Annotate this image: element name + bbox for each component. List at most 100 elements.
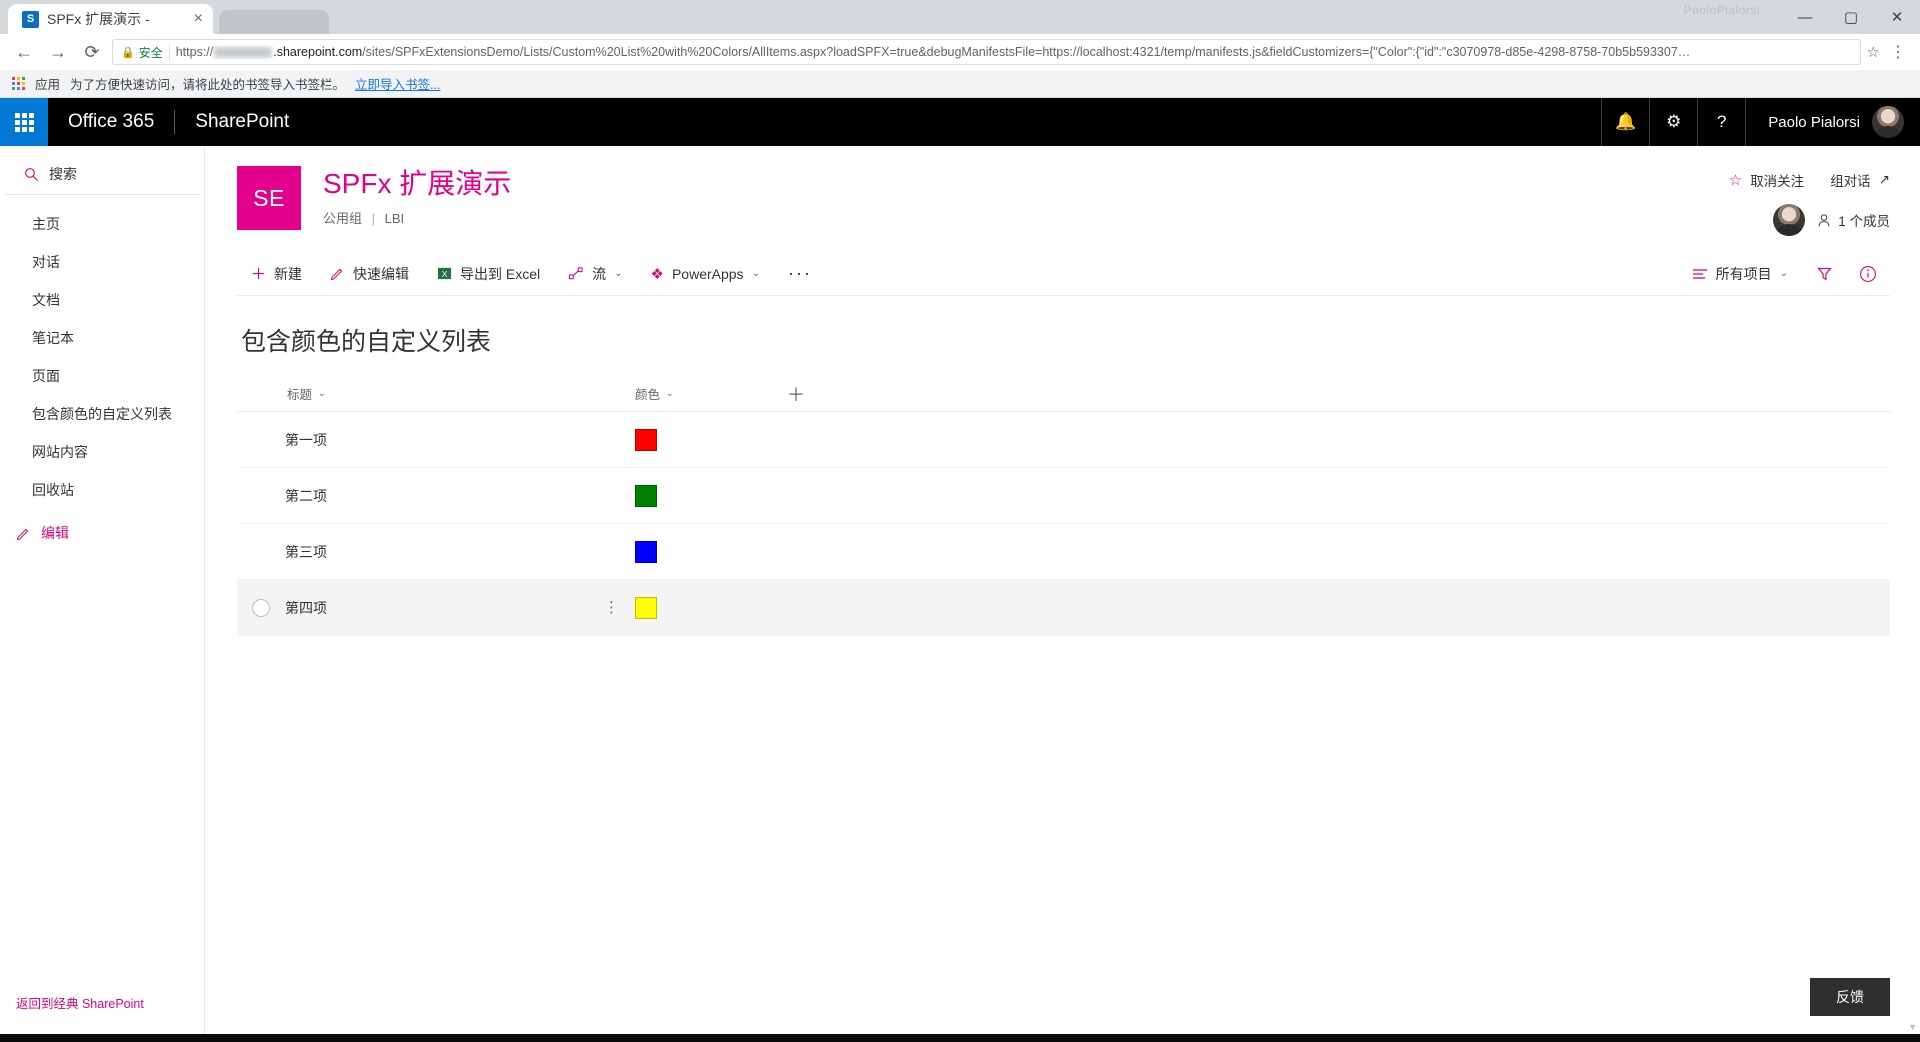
grid-header-row: 标题 ⌄ 颜色 ⌄ ＋ [237,376,1890,412]
url-scheme: https:// [175,45,214,59]
edit-label: 编辑 [41,525,69,541]
row-title-label: 第四项 [285,599,327,616]
return-to-classic-sharepoint-link[interactable]: 返回到经典 SharePoint [0,977,204,1034]
row-menu-icon[interactable]: ⋮ [604,600,619,615]
column-header-title[interactable]: 标题 ⌄ [285,384,633,403]
feedback-button[interactable]: 反馈 [1810,978,1890,1016]
group-conversation-button[interactable]: 组对话 ↗ [1830,170,1890,190]
bookmark-apps-label[interactable]: 应用 [35,74,60,93]
user-menu[interactable]: Paolo Pialorsi [1745,98,1920,146]
column-header-color[interactable]: 颜色 ⌄ [633,384,781,403]
unfollow-button[interactable]: ☆ 取消关注 [1729,170,1804,190]
tab-close-icon[interactable]: × [192,11,205,27]
members-button[interactable]: 1 个成员 [1817,210,1890,230]
table-row[interactable]: 第二项 ⋮ [237,468,1890,524]
sidebar-item-notebook[interactable]: 笔记本 [0,319,204,357]
info-icon[interactable] [1846,252,1890,296]
reload-icon[interactable]: ⟳ [78,38,106,66]
notification-bell-icon[interactable]: 🔔 [1601,98,1649,146]
person-icon [1818,213,1830,226]
browser-menu-icon[interactable]: ⋮ [1886,42,1910,62]
site-logo: SE [237,166,301,230]
table-row[interactable]: 第一项 ⋮ [237,412,1890,468]
sidebar-item-custom-list-with-colors[interactable]: 包含颜色的自定义列表 [0,395,204,433]
list-grid: 标题 ⌄ 颜色 ⌄ ＋ 第一项 第二项 第三项 第四项 ⋮ [237,376,1890,636]
quick-edit-button[interactable]: 快速编辑 [316,252,423,296]
site-header: SE SPFx 扩展演示 公用组 | LBI ☆ 取消关注 组对话 ↗ 1 个成… [205,146,1920,236]
row-title-label: 第三项 [285,543,327,560]
scroll-down-icon[interactable]: ▼ [1908,1022,1917,1032]
sidebar-item-documents[interactable]: 文档 [0,281,204,319]
row-color-cell [633,484,781,507]
bookmark-import-link[interactable]: 立即导入书签... [355,74,440,93]
bookmarks-bar: 应用 为了方便快速访问，请将此处的书签导入书签栏。 立即导入书签... [0,70,1920,98]
office-365-brand[interactable]: Office 365 [48,111,174,133]
search-label: 搜索 [49,166,77,182]
powerapps-icon: ❖ [650,265,664,283]
gear-icon[interactable]: ⚙ [1649,98,1697,146]
list-title: 包含颜色的自定义列表 [241,328,492,356]
flow-button[interactable]: 流 ⌄ [554,252,636,296]
chevron-down-icon: ⌄ [614,268,623,279]
close-window-button[interactable]: ✕ [1874,0,1920,34]
suite-bar-actions: 🔔 ⚙ ? Paolo Pialorsi [1601,98,1920,146]
unfollow-label: 取消关注 [1750,174,1805,189]
add-column-button[interactable]: ＋ [781,385,805,405]
sidebar-item-home[interactable]: 主页 [0,205,204,243]
members-label: 1 个成员 [1838,214,1890,229]
pencil-icon [16,528,29,540]
minimize-button[interactable]: — [1782,0,1828,34]
sidebar-item-conversations[interactable]: 对话 [0,243,204,281]
browser-tab[interactable]: S SPFx 扩展演示 - × [8,4,213,34]
site-classification: LBI [384,211,405,227]
row-select-cell[interactable] [237,598,285,617]
row-select-circle-icon[interactable] [252,598,270,617]
table-row[interactable]: 第四项 ⋮ [237,580,1890,636]
external-link-icon: ↗ [1878,172,1890,187]
new-button[interactable]: 新建 [237,252,316,296]
help-icon[interactable]: ? [1697,98,1745,146]
row-color-cell [633,596,781,619]
view-selector-label: 所有项目 [1715,265,1772,282]
plus-icon [251,266,266,281]
export-to-excel-button[interactable]: X 导出到 Excel [423,252,554,296]
page-title[interactable]: SPFx 扩展演示 [323,168,511,200]
maximize-button[interactable]: ▢ [1828,0,1874,34]
svg-text:X: X [442,269,448,279]
new-tab-button[interactable] [219,10,329,34]
new-button-label: 新建 [274,265,302,282]
sharepoint-app-name[interactable]: SharePoint [175,111,309,133]
apps-grid-icon[interactable] [12,77,25,90]
sidebar-item-site-contents[interactable]: 网站内容 [0,433,204,471]
edit-navigation-button[interactable]: 编辑 [0,513,204,553]
app-launcher-icon[interactable] [0,98,48,146]
url-host: .sharepoint.com [273,45,363,59]
table-row[interactable]: 第三项 ⋮ [237,524,1890,580]
bookmark-star-icon[interactable]: ☆ [1867,43,1880,61]
row-title-label: 第二项 [285,487,327,504]
quick-edit-label: 快速编辑 [353,265,409,282]
sidebar-item-pages[interactable]: 页面 [0,357,204,395]
column-header-color-label: 颜色 [635,388,661,402]
export-to-excel-label: 导出到 Excel [460,265,541,282]
window-watermark: PaoloPialorsi [1683,3,1760,17]
search-input[interactable]: 搜索 [4,156,200,195]
url-input[interactable]: 🔒 安全 https:// .sharepoint.com/sites/SPFxE… [112,39,1861,65]
forward-icon[interactable]: → [44,38,72,66]
subtitle-divider: | [371,211,376,227]
group-privacy-label: 公用组 [323,211,363,227]
secure-label: 安全 [138,45,163,60]
list-view-icon [1692,267,1708,281]
secure-indicator: 🔒 安全 [121,44,163,61]
sharepoint-favicon-icon: S [22,10,39,28]
sidebar-item-recycle-bin[interactable]: 回收站 [0,471,204,509]
more-commands-button[interactable]: ··· [774,263,826,284]
powerapps-button[interactable]: ❖ PowerApps ⌄ [637,252,774,296]
chevron-down-icon: ⌄ [318,388,326,398]
view-selector-button[interactable]: 所有项目 ⌄ [1678,252,1802,296]
left-navigation: 搜索 主页 对话 文档 笔记本 页面 包含颜色的自定义列表 网站内容 回收站 编… [0,146,205,1034]
search-icon [25,167,38,181]
back-icon[interactable]: ← [10,38,38,66]
filter-icon[interactable] [1802,252,1846,296]
user-name: Paolo Pialorsi [1768,113,1860,131]
